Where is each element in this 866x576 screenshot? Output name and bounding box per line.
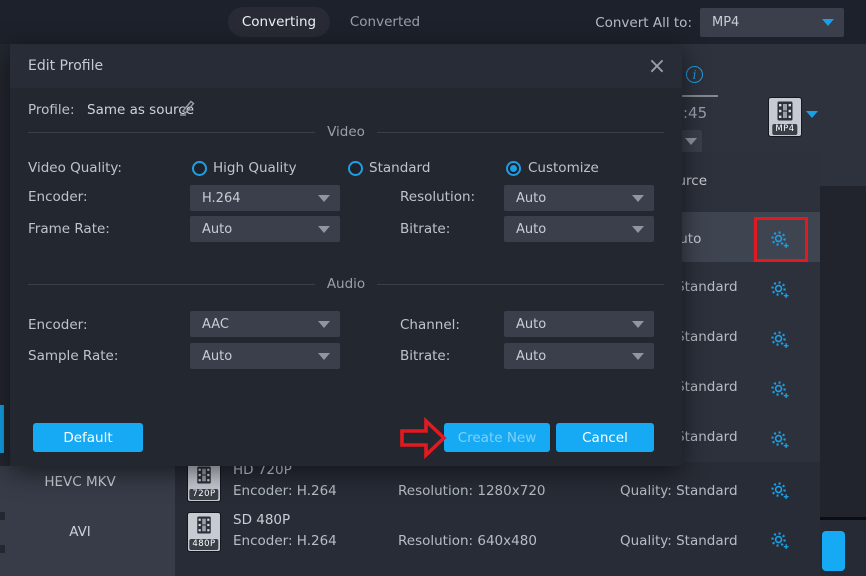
profile-resolution: Resolution: 640x480 xyxy=(398,533,537,549)
file-format-caret[interactable] xyxy=(806,111,818,118)
chevron-down-icon xyxy=(318,195,330,202)
tab-converting[interactable]: Converting xyxy=(228,7,330,37)
file-format-badge: MP4 xyxy=(772,124,797,135)
sidebar-notch xyxy=(0,512,5,520)
audio-section-header: Audio xyxy=(28,276,664,292)
tab-converted-label: Converted xyxy=(350,14,420,30)
create-new-button[interactable]: Create New xyxy=(444,423,550,452)
profile-encoder: Encoder: H.264 xyxy=(233,533,337,549)
radio-customize-label[interactable]: Customize xyxy=(528,160,599,176)
chevron-down-icon xyxy=(685,138,697,145)
file-format-icon[interactable]: MP4 xyxy=(768,97,802,137)
gear-plus-icon[interactable] xyxy=(770,430,789,449)
frame-rate-dropdown[interactable]: Auto xyxy=(190,216,340,242)
gear-plus-icon[interactable] xyxy=(770,280,789,299)
profile-quality: Quality: Standard xyxy=(620,533,738,549)
audio-bitrate-dropdown[interactable]: Auto xyxy=(504,343,654,369)
video-section-header: Video xyxy=(28,124,664,140)
app-window: Converting Converted Convert All to: MP4… xyxy=(0,0,866,576)
sidebar-item-label: AVI xyxy=(69,524,91,540)
profile-row-hd720p[interactable]: 720P HD 720P Encoder: H.264 Resolution: … xyxy=(175,462,820,512)
resolution-badge: 720P xyxy=(189,489,218,500)
film-icon xyxy=(777,101,793,121)
film-icon xyxy=(197,466,212,484)
gear-plus-icon[interactable] xyxy=(770,380,789,399)
profile-resolution: Resolution: 1280x720 xyxy=(398,483,546,499)
sample-rate-label: Sample Rate: xyxy=(28,348,118,364)
sidebar-item-label: HEVC MKV xyxy=(44,474,115,490)
chevron-down-icon xyxy=(632,226,644,233)
chevron-down-icon xyxy=(318,353,330,360)
annotation-arrow-icon xyxy=(399,416,447,460)
tab-converted[interactable]: Converted xyxy=(340,7,430,37)
profile-quality: Quality: Standard xyxy=(620,483,738,499)
profile-label: Profile: xyxy=(28,102,75,118)
sidebar-notch xyxy=(0,545,5,553)
tab-converting-label: Converting xyxy=(242,14,316,30)
profile-row-sd480p[interactable]: 480P SD 480P Encoder: H.264 Resolution: … xyxy=(175,512,820,562)
resolution-dropdown[interactable]: Auto xyxy=(504,185,654,211)
sample-rate-dropdown[interactable]: Auto xyxy=(190,343,340,369)
channel-label: Channel: xyxy=(400,317,460,333)
profile-encoder: Encoder: H.264 xyxy=(233,483,337,499)
gear-plus-icon[interactable] xyxy=(770,481,789,500)
chevron-down-icon xyxy=(632,353,644,360)
radio-high-quality-label[interactable]: High Quality xyxy=(213,160,297,176)
video-bitrate-label: Bitrate: xyxy=(400,221,450,237)
chevron-down-icon xyxy=(318,226,330,233)
close-icon[interactable]: × xyxy=(643,52,671,80)
film-icon xyxy=(197,516,212,534)
run-button-partial[interactable] xyxy=(822,531,845,571)
default-button[interactable]: Default xyxy=(33,423,143,452)
annotation-highlight-rect xyxy=(754,217,808,262)
sidebar-selection-indicator xyxy=(0,405,4,453)
profile-icon-720p: 720P xyxy=(187,462,221,502)
radio-high-quality[interactable] xyxy=(192,161,207,176)
dialog-title: Edit Profile xyxy=(28,58,103,74)
chevron-down-icon xyxy=(822,19,834,26)
video-bitrate-dropdown[interactable]: Auto xyxy=(504,216,654,242)
edit-profile-dialog: Edit Profile × Profile: Same as source V… xyxy=(10,45,682,466)
profile-icon-480p: 480P xyxy=(187,512,221,552)
scroll-gutter xyxy=(820,186,866,518)
channel-dropdown[interactable]: Auto xyxy=(504,311,654,337)
convert-all-value: MP4 xyxy=(712,15,739,30)
radio-standard-label[interactable]: Standard xyxy=(369,160,430,176)
left-edge-strip xyxy=(0,44,10,466)
convert-all-label: Convert All to: xyxy=(595,15,692,31)
resolution-badge: 480P xyxy=(189,539,218,550)
video-quality-label: Video Quality: xyxy=(28,160,122,176)
info-icon[interactable]: i xyxy=(686,66,703,83)
convert-all-dropdown[interactable]: MP4 xyxy=(700,8,844,37)
radio-standard[interactable] xyxy=(348,161,363,176)
gear-plus-icon[interactable] xyxy=(770,330,789,349)
video-encoder-dropdown[interactable]: H.264 xyxy=(190,185,340,211)
profile-title: SD 480P xyxy=(233,512,290,528)
gear-plus-icon[interactable] xyxy=(770,531,789,550)
chevron-down-icon xyxy=(632,195,644,202)
file-duration: :45 xyxy=(683,104,707,122)
video-encoder-label: Encoder: xyxy=(28,189,88,205)
frame-rate-label: Frame Rate: xyxy=(28,221,110,237)
audio-encoder-label: Encoder: xyxy=(28,317,88,333)
cancel-button[interactable]: Cancel xyxy=(556,423,654,452)
chevron-down-icon xyxy=(632,321,644,328)
sidebar-item-hevc-mkv[interactable]: HEVC MKV xyxy=(0,466,160,516)
sidebar-item-avi[interactable]: AVI xyxy=(0,516,160,566)
audio-encoder-dropdown[interactable]: AAC xyxy=(190,311,340,337)
audio-bitrate-label: Bitrate: xyxy=(400,348,450,364)
dialog-header xyxy=(10,45,682,88)
edit-pencil-icon[interactable] xyxy=(177,98,197,118)
resolution-label: Resolution: xyxy=(400,189,475,205)
chevron-down-icon xyxy=(318,321,330,328)
radio-customize[interactable] xyxy=(506,161,521,176)
